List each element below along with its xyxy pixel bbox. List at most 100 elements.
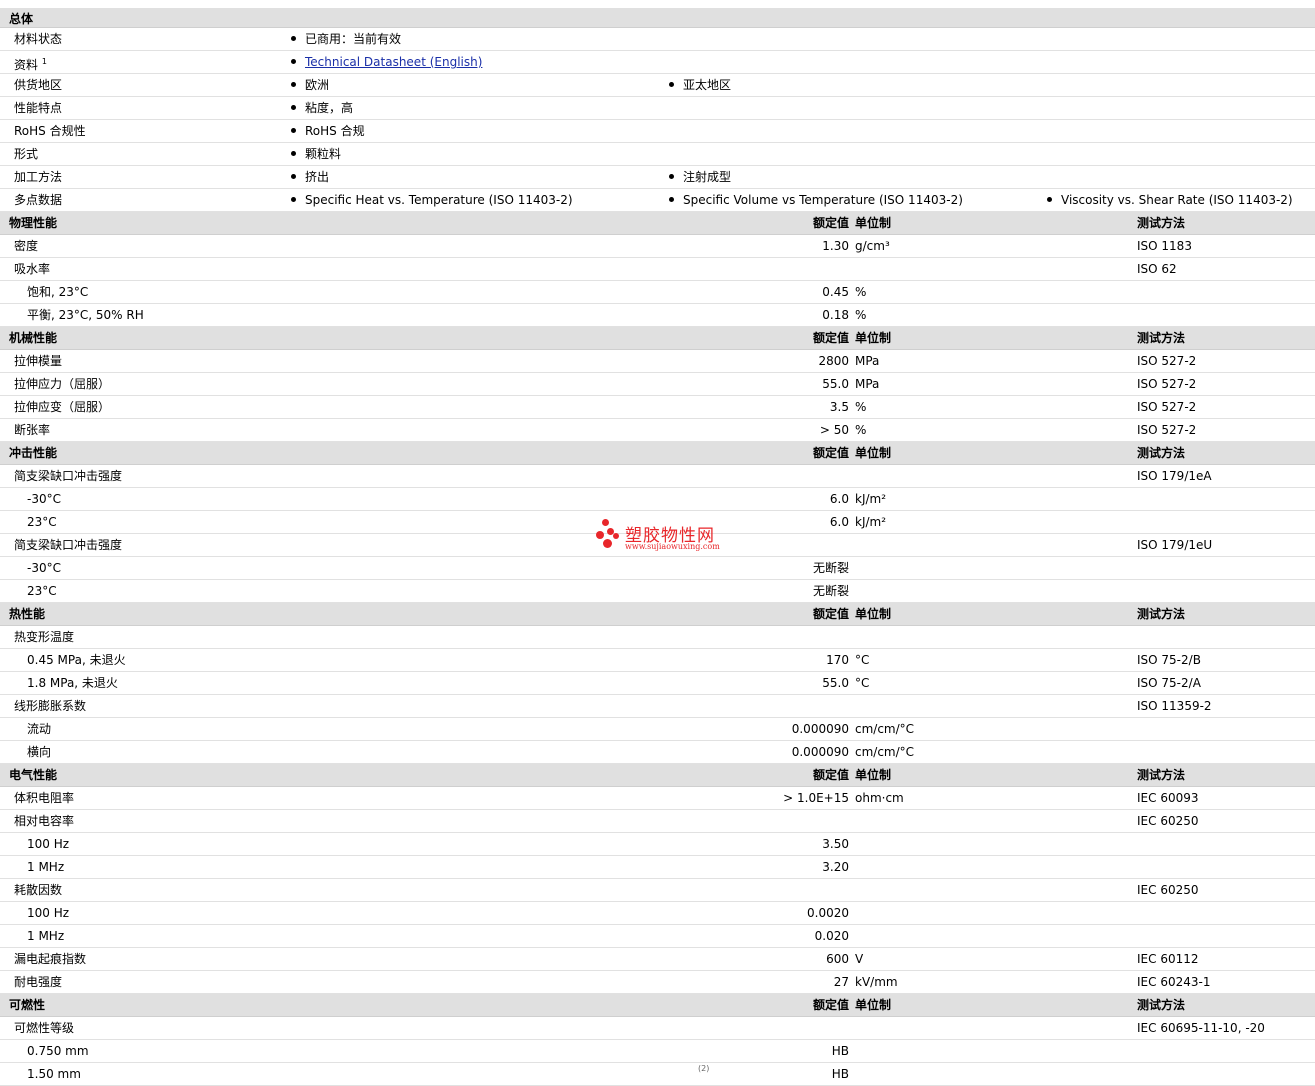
section-title: 热性能 [9, 607, 46, 621]
bullet-icon [291, 36, 296, 41]
column-header-test-method: 测试方法 [1137, 607, 1186, 621]
property-label-text: 23°C [27, 515, 57, 529]
bullet-text: RoHS 合规 [305, 124, 365, 138]
property-label-text: 形式 [14, 147, 39, 161]
property-label: 相对电容率 [14, 810, 74, 832]
section-header-impact: 冲击性能 额定值 单位制 测试方法 [0, 442, 1315, 465]
property-label: 流动 [27, 718, 51, 740]
property-label: -30°C [27, 557, 61, 579]
property-label-text: 供货地区 [14, 78, 63, 92]
test-method: ISO 1183 [1137, 239, 1192, 253]
property-label-text: 简支梁缺口冲击强度 [14, 538, 123, 552]
test-method: ISO 62 [1137, 262, 1177, 276]
property-value: 6.0 [829, 492, 849, 506]
table-row: 简支梁缺口冲击强度 ISO 179/1eA [0, 465, 1315, 488]
property-value: 3.5 [829, 400, 849, 414]
property-label-text: 多点数据 [14, 193, 63, 207]
property-label: 简支梁缺口冲击强度 [14, 465, 122, 487]
list-bullet-item: 粘度，高 [291, 97, 353, 119]
technical-datasheet-link[interactable]: Technical Datasheet (English) [305, 55, 482, 69]
list-bullet-item: Technical Datasheet (English) [291, 51, 482, 73]
property-unit: MPa [855, 377, 880, 391]
bullet-icon [291, 174, 296, 179]
property-label: RoHS 合规性 [14, 120, 86, 142]
property-label: 热变形温度 [14, 626, 74, 648]
property-value: 0.000090 [791, 745, 849, 759]
section-title: 机械性能 [9, 331, 58, 345]
property-value: 27 [833, 975, 849, 989]
property-label: 横向 [27, 741, 51, 763]
property-label-text: 可燃性等级 [14, 1021, 75, 1035]
property-label-text: 性能特点 [14, 101, 63, 115]
column-header-value: 额定值 [812, 607, 849, 621]
property-label-text: 1 MHz [27, 860, 65, 874]
table-row: 耐电强度 27 kV/mm IEC 60243-1 [0, 971, 1315, 994]
property-value: 无断裂 [812, 561, 849, 575]
property-label: 多点数据 [14, 189, 62, 211]
table-row: 1 MHz 3.20 [0, 856, 1315, 879]
test-method: ISO 11359-2 [1137, 699, 1212, 713]
list-bullet-item: 欧洲 [291, 74, 329, 96]
bullet-icon [291, 197, 296, 202]
property-label: 形式 [14, 143, 38, 165]
table-row: 体积电阻率 > 1.0E+15 ohm·cm IEC 60093 [0, 787, 1315, 810]
property-label-text: -30°C [27, 492, 61, 506]
section-title: 电气性能 [9, 768, 58, 782]
property-label: 资料 1 [14, 51, 47, 73]
property-unit: kJ/m² [855, 492, 887, 506]
column-header-test-method: 测试方法 [1137, 768, 1186, 782]
property-label: 加工方法 [14, 166, 62, 188]
bullet-text: 已商用：当前有效 [305, 32, 402, 46]
column-header-value: 额定值 [812, 331, 849, 345]
bottom-mark: (2) [698, 1064, 710, 1073]
table-row: 吸水率 ISO 62 [0, 258, 1315, 281]
property-label-text: 耐电强度 [14, 975, 63, 989]
property-unit: % [855, 308, 867, 322]
test-method: IEC 60112 [1137, 952, 1199, 966]
bullet-icon [291, 82, 296, 87]
table-row: 100 Hz 0.0020 [0, 902, 1315, 925]
property-label: 材料状态 [14, 28, 62, 50]
column-header-unit: 单位制 [855, 446, 892, 460]
property-label: 饱和, 23°C [27, 281, 88, 303]
bullet-text: Viscosity vs. Shear Rate (ISO 11403-2) [1061, 193, 1293, 207]
property-label: 耐电强度 [14, 971, 62, 993]
property-label-text: 简支梁缺口冲击强度 [14, 469, 123, 483]
table-row: 密度 1.30 g/cm³ ISO 1183 [0, 235, 1315, 258]
property-label-text: 体积电阻率 [14, 791, 75, 805]
property-label-text: -30°C [27, 561, 61, 575]
property-label: 体积电阻率 [14, 787, 74, 809]
table-row: -30°C 6.0 kJ/m² [0, 488, 1315, 511]
property-label: 断张率 [14, 419, 50, 441]
property-value: > 50 [819, 423, 849, 437]
property-unit: g/cm³ [855, 239, 890, 253]
section-header-mechanical: 机械性能 额定值 单位制 测试方法 [0, 327, 1315, 350]
property-value: 0.020 [814, 929, 849, 943]
property-label-text: 饱和, 23°C [27, 285, 89, 299]
column-header-unit: 单位制 [855, 768, 892, 782]
property-label-text: 漏电起痕指数 [14, 952, 87, 966]
property-unit: % [855, 285, 867, 299]
section-title: 可燃性 [9, 998, 46, 1012]
watermark-logo: 塑胶物性网 www.sujiaowuxing.com [596, 519, 736, 555]
property-label-text: 0.45 MPa, 未退火 [27, 653, 126, 667]
property-label: 耗散因数 [14, 879, 62, 901]
property-label-text: 拉伸应力（屈服） [14, 377, 111, 391]
table-row: 热变形温度 [0, 626, 1315, 649]
property-label: 线形膨胀系数 [14, 695, 86, 717]
property-label-text: 密度 [14, 239, 39, 253]
bullet-text: 挤出 [305, 170, 330, 184]
property-label-text: 拉伸模量 [14, 354, 63, 368]
property-label: 1.50 mm [27, 1063, 81, 1085]
property-value: 55.0 [822, 377, 849, 391]
section-title: 冲击性能 [9, 446, 58, 460]
property-label: 平衡, 23°C, 50% RH [27, 304, 144, 326]
table-row: 横向 0.000090 cm/cm/°C [0, 741, 1315, 764]
property-label: -30°C [27, 488, 61, 510]
column-header-value: 额定值 [812, 998, 849, 1012]
property-value: 170 [826, 653, 849, 667]
column-header-unit: 单位制 [855, 216, 892, 230]
property-label: 23°C [27, 511, 57, 533]
property-value: 600 [826, 952, 849, 966]
property-label: 1 MHz [27, 925, 64, 947]
